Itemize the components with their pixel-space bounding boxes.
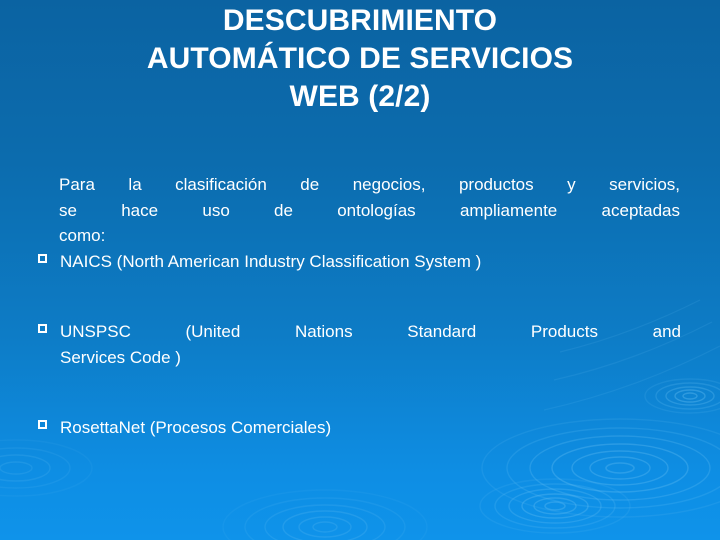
- list-item-naics: NAICS (North American Industry Classific…: [0, 249, 680, 275]
- hollow-square-bullet-icon: [38, 420, 47, 429]
- title-line-2: AUTOMÁTICO DE SERVICIOS: [146, 42, 574, 75]
- hollow-square-bullet-icon: [38, 324, 47, 333]
- hollow-square-bullet-icon: [38, 253, 47, 263]
- list-item-rosettanet: RosettaNet (Procesos Comerciales): [0, 415, 680, 441]
- list-item-unspsc-label-line-1: UNSPSC (United Nations Standard Products…: [60, 322, 681, 341]
- page-title: DESCUBRIMIENTO AUTOMÁTICO DE SERVICIOS W…: [0, 2, 720, 116]
- intro-line-1: Para la clasificación de negocios, produ…: [59, 175, 680, 194]
- ontology-bullet-list: NAICS (North American Industry Classific…: [0, 249, 720, 441]
- title-line-3: WEB (2/2): [289, 80, 431, 113]
- intro-paragraph: Para la clasificación de negocios, produ…: [59, 172, 680, 249]
- presentation-slide: DESCUBRIMIENTO AUTOMÁTICO DE SERVICIOS W…: [0, 0, 720, 540]
- intro-line-3: como:: [59, 226, 106, 245]
- intro-line-2: se hace uso de ontologías ampliamente ac…: [59, 200, 680, 220]
- list-item-naics-label: NAICS (North American Industry Classific…: [60, 251, 482, 271]
- slide-body: Para la clasificación de negocios, produ…: [0, 172, 720, 441]
- list-item-unspsc-label-line-2: Services Code ): [60, 347, 181, 367]
- title-line-1: DESCUBRIMIENTO: [222, 4, 498, 37]
- list-item-unspsc: UNSPSC (United Nations Standard Products…: [0, 319, 681, 370]
- list-item-rosettanet-label: RosettaNet (Procesos Comerciales): [60, 418, 332, 437]
